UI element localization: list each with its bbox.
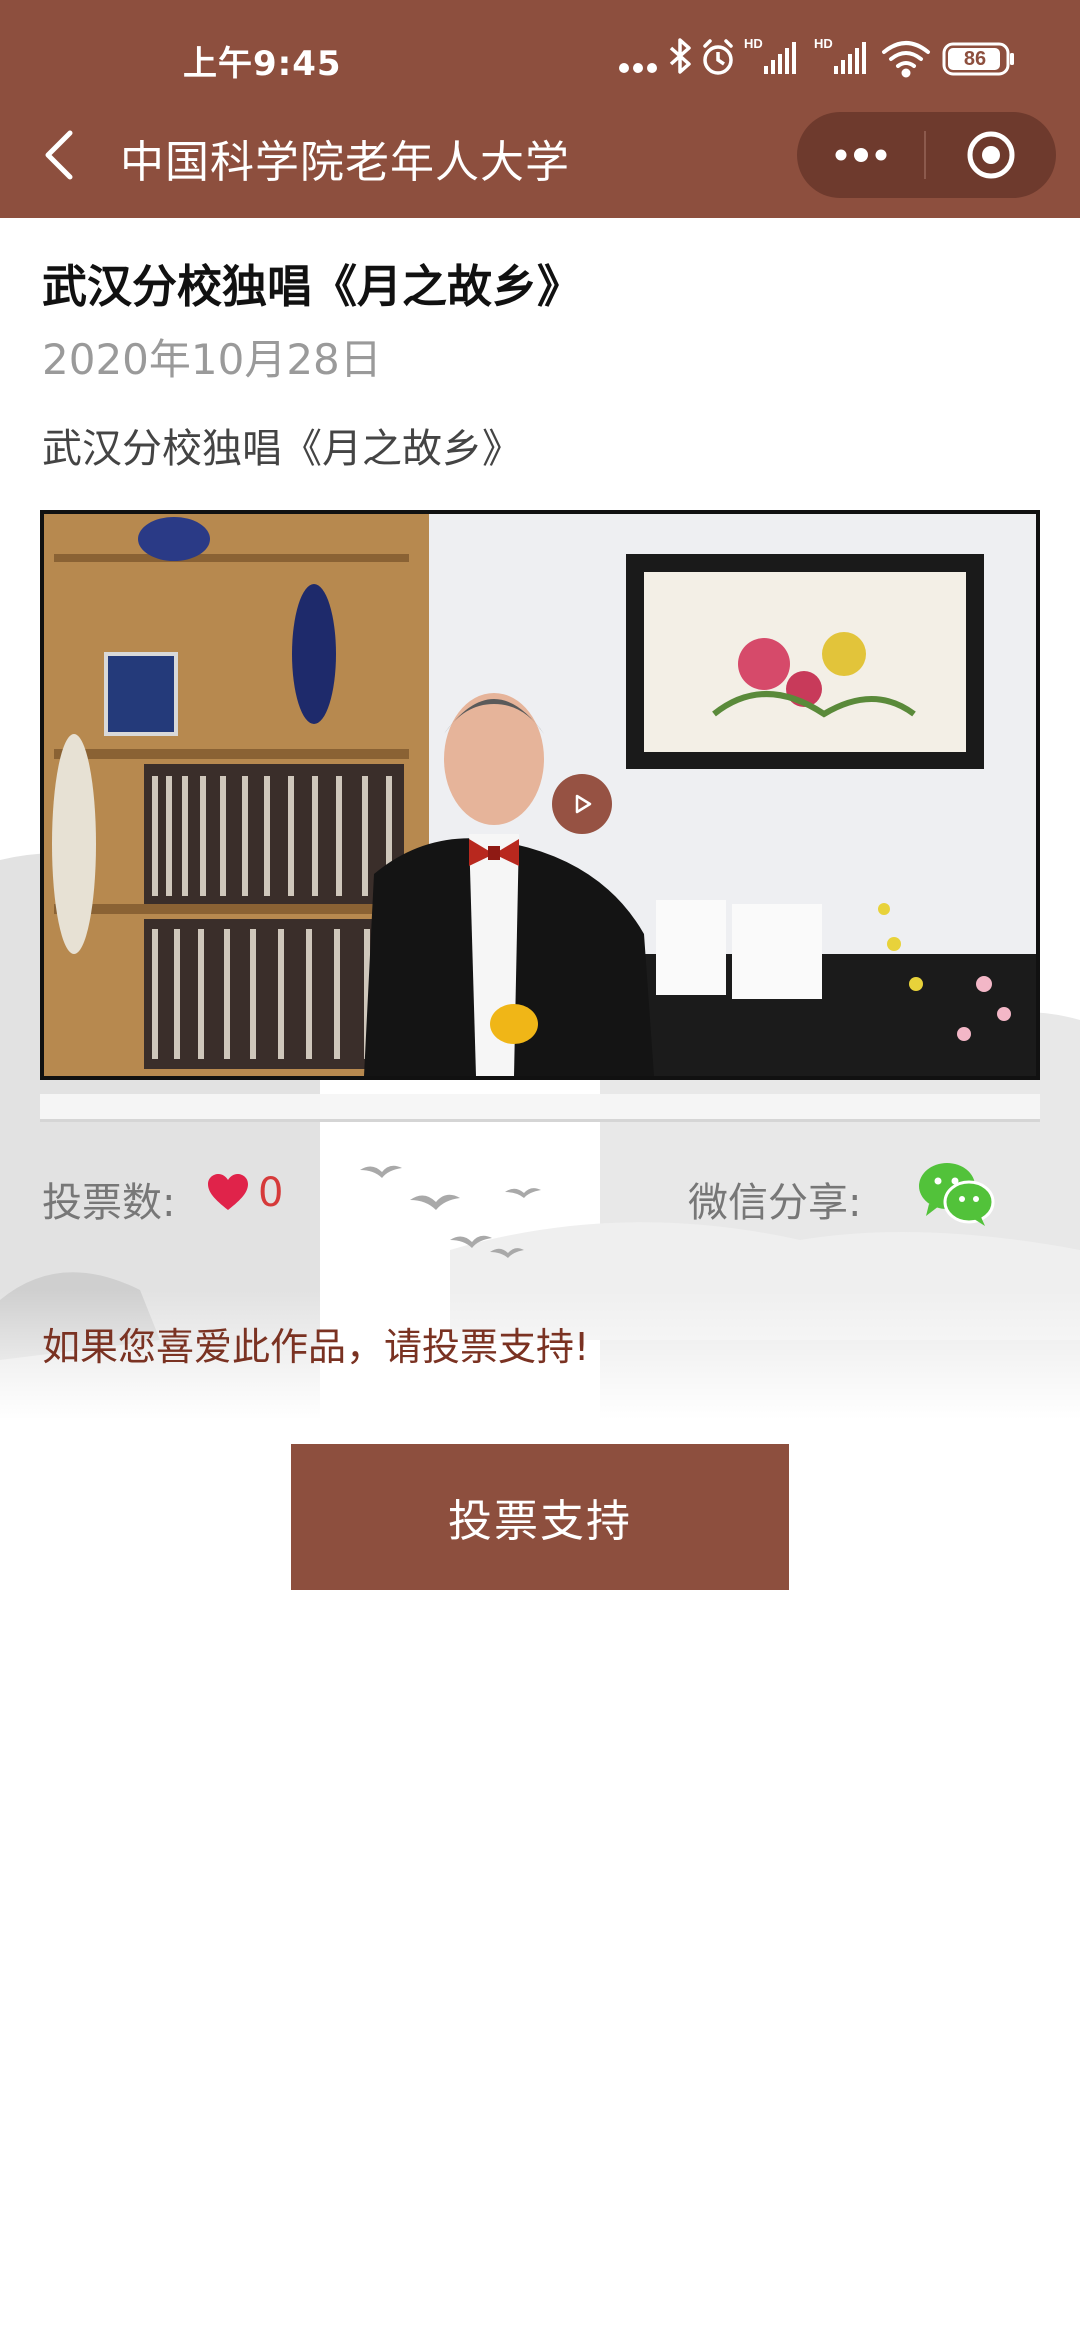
support-prompt: 如果您喜爱此作品，请投票支持! <box>42 1325 590 1369</box>
video-progress-strip <box>40 1094 1040 1122</box>
svg-text:HD: HD <box>744 36 763 51</box>
mini-program-capsule <box>797 112 1056 198</box>
more-dots-icon <box>835 148 886 162</box>
more-dots-icon <box>619 63 657 73</box>
alarm-icon <box>703 39 733 75</box>
video-thumbnail <box>44 514 1036 1076</box>
wechat-icon[interactable] <box>917 1160 995 1226</box>
video-player[interactable] <box>40 510 1040 1080</box>
app-root: 上午9:45 HD HD 86 中国科学院老年人大学 武汉分校独唱《月之故乡》 … <box>0 0 1080 2340</box>
play-button[interactable] <box>552 774 612 834</box>
top-bar: 上午9:45 HD HD 86 中国科学院老年人大学 <box>0 0 1080 218</box>
post-description: 武汉分校独唱《月之故乡》 <box>42 426 522 472</box>
signal-hd-icon: HD <box>744 36 796 74</box>
vote-support-button[interactable]: 投票支持 <box>291 1444 789 1590</box>
status-time: 上午9:45 <box>183 44 342 84</box>
close-mini-program-button[interactable] <box>926 112 1056 198</box>
battery-level: 86 <box>963 48 987 70</box>
wechat-share-label: 微信分享: <box>688 1180 862 1226</box>
status-icons: HD HD 86 <box>614 32 1054 82</box>
more-menu-button[interactable] <box>797 112 924 198</box>
chevron-left-icon <box>45 130 73 180</box>
play-icon <box>575 794 592 814</box>
svg-text:HD: HD <box>814 36 833 51</box>
bluetooth-icon <box>669 38 691 74</box>
wifi-icon <box>882 41 930 78</box>
back-button[interactable] <box>34 120 84 190</box>
nav-title: 中国科学院老年人大学 <box>120 137 570 188</box>
vote-count-label: 投票数: <box>42 1180 176 1226</box>
vote-count-value: 0 <box>258 1170 284 1216</box>
signal-hd-icon: HD <box>814 36 866 74</box>
post-title: 武汉分校独唱《月之故乡》 <box>42 260 583 313</box>
target-circle-icon <box>967 131 1015 179</box>
heart-icon[interactable] <box>206 1172 250 1212</box>
post-date: 2020年10月28日 <box>42 335 382 384</box>
